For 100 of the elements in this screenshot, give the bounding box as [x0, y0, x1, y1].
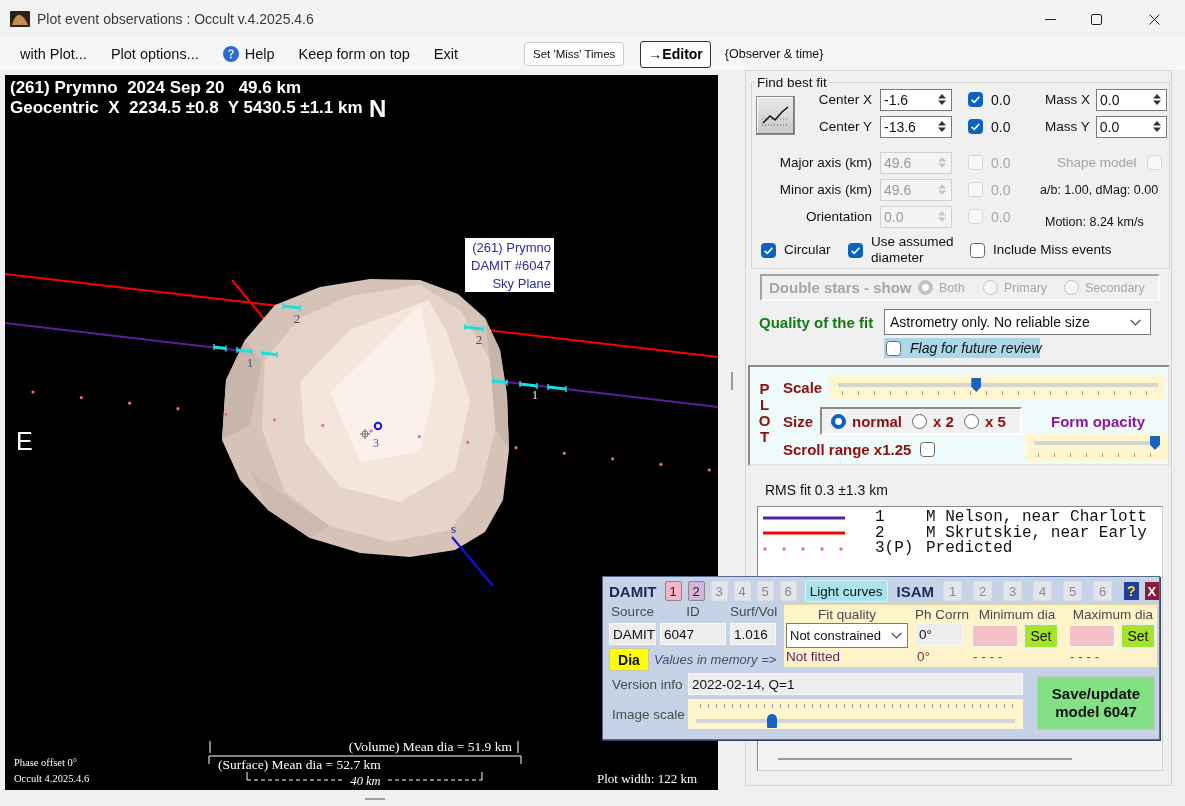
phase-offset-text: Phase offset 0° [14, 757, 77, 768]
option-label: x 5 [984, 412, 1006, 430]
scale-slider[interactable] [830, 375, 1166, 399]
text-field[interactable]: 0° [915, 623, 963, 645]
menu-item[interactable]: Exit [421, 42, 470, 66]
slider-thumb[interactable] [971, 378, 982, 392]
menu-item[interactable]: Keep form on top [286, 42, 422, 66]
set-button[interactable]: Set [1120, 623, 1156, 649]
spin-arrows-icon[interactable] [938, 120, 946, 133]
radio-button[interactable] [831, 413, 846, 429]
toolbar-button[interactable]: Set 'Miss' Times [524, 42, 625, 66]
spin-arrows-icon[interactable] [1153, 93, 1161, 106]
fit-quality-dropdown[interactable]: Not constrained [786, 623, 908, 648]
legend-name: M Skrutskie, near Early [926, 525, 1147, 541]
timing-marker [261, 349, 278, 359]
close-button[interactable]: X [1144, 582, 1159, 600]
diameter-field[interactable] [1069, 625, 1115, 647]
field-label: Major axis (km) [778, 155, 873, 170]
set-button[interactable]: Set [1023, 623, 1059, 649]
field-label: Center X [817, 92, 873, 107]
checkbox[interactable] [761, 242, 776, 258]
option-label: Primary [1004, 280, 1048, 295]
image-scale-slider[interactable] [688, 699, 1023, 729]
rms-text: RMS fit 0.3 ±1.3 km [765, 482, 888, 498]
timing-marker [236, 346, 252, 356]
memory-value: 0° [916, 649, 931, 665]
legend-name: M Nelson, near Charlott [926, 510, 1147, 526]
timing-marker [519, 380, 538, 390]
memory-value: - - - - [972, 649, 1004, 665]
number-field[interactable]: -13.6 [880, 115, 952, 138]
timing-marker [547, 383, 567, 393]
checkbox[interactable] [968, 119, 983, 134]
opacity-slider[interactable] [1026, 433, 1168, 461]
spin-arrows-icon[interactable] [938, 93, 946, 106]
checkbox[interactable] [970, 242, 985, 258]
text-field[interactable]: 1.016 [730, 623, 776, 645]
field-label: Mass X [1044, 92, 1090, 107]
save-model-button[interactable]: Save/update model 6047 [1037, 676, 1155, 730]
option-label: Flag for future review [910, 340, 1042, 356]
timing-marker [213, 343, 227, 353]
field-label: Shape model [1056, 155, 1137, 170]
help-menu-item[interactable]: Help [210, 42, 287, 66]
field-label: Center Y [817, 119, 873, 134]
checkbox[interactable] [886, 340, 901, 356]
chevron-down-icon[interactable] [891, 632, 902, 639]
option-label: Use assumed diameter [871, 234, 955, 266]
menu-item[interactable]: Plot options... [98, 42, 211, 66]
surface-diameter-text: (Surface) Mean dia = 52.7 km [218, 757, 381, 772]
offset-value: 0.0 [990, 154, 1012, 171]
text-field[interactable]: 2022-02-14, Q=1 [688, 673, 1023, 695]
north-label: N [369, 95, 387, 122]
model-label: (261) Prymno [472, 240, 551, 255]
legend-number: 1 [875, 510, 886, 526]
offset-value: 0.0 [990, 208, 1012, 225]
model-button[interactable]: 2 [687, 581, 705, 601]
slider-thumb[interactable] [767, 714, 778, 728]
help-button[interactable]: ? [1124, 582, 1139, 600]
resize-handle[interactable] [365, 798, 385, 800]
splitter-handle[interactable] [730, 372, 733, 390]
close-icon [1148, 13, 1160, 25]
legend-name: Predicted [926, 541, 1013, 557]
number-field[interactable]: 0.0 [1096, 88, 1167, 111]
radio-button[interactable] [912, 413, 927, 429]
panel-title: PLOT [757, 381, 772, 445]
window-title: Plot event observations : Occult v.4.2025.4.6 [37, 11, 314, 27]
menu-item[interactable]: with Plot... [8, 42, 99, 66]
field-label: Quality of the fit [759, 313, 875, 331]
volume-diameter-text: (Volume) Mean dia = 51.9 km [348, 739, 512, 754]
number-field[interactable]: 0.0 [1095, 115, 1167, 138]
chord-number: 1 [246, 355, 254, 370]
fit-center-icon [373, 421, 383, 431]
number-field[interactable]: -1.6 [880, 88, 952, 111]
dia-button[interactable]: Dia [609, 648, 649, 671]
editor-button[interactable]: →Editor [640, 40, 711, 68]
chord-number: 2 [475, 332, 483, 347]
checkbox[interactable] [968, 92, 983, 107]
legend-number: 3(P) [875, 541, 915, 557]
slider-thumb[interactable] [1150, 436, 1160, 450]
text-field[interactable]: 6047 [660, 623, 726, 645]
quality-dropdown[interactable]: Astrometry only. No reliable size [884, 309, 1151, 335]
text-field[interactable]: DAMIT [609, 623, 656, 645]
diameter-field[interactable] [972, 625, 1018, 647]
offset-line [451, 536, 494, 587]
column-label: Maximum dia [1071, 606, 1155, 622]
field-label: Scale [783, 378, 824, 396]
timing-marker [464, 323, 484, 333]
checkbox[interactable] [848, 242, 863, 258]
memory-value: Not fitted [786, 649, 842, 665]
field-label: Image scale [611, 706, 686, 722]
limb-label: s [451, 521, 457, 536]
offset-value: 0.0 [990, 91, 1012, 108]
app-icon [10, 11, 30, 27]
chevron-down-icon[interactable] [1130, 318, 1141, 326]
model-button[interactable]: 1 [664, 581, 682, 601]
light-curves-button[interactable]: Light curves [804, 580, 888, 602]
spin-arrows-icon[interactable] [1152, 120, 1161, 133]
checkbox[interactable] [920, 441, 936, 457]
radio-button[interactable] [963, 413, 979, 429]
fit-button[interactable] [756, 96, 795, 135]
timing-marker [282, 302, 301, 312]
